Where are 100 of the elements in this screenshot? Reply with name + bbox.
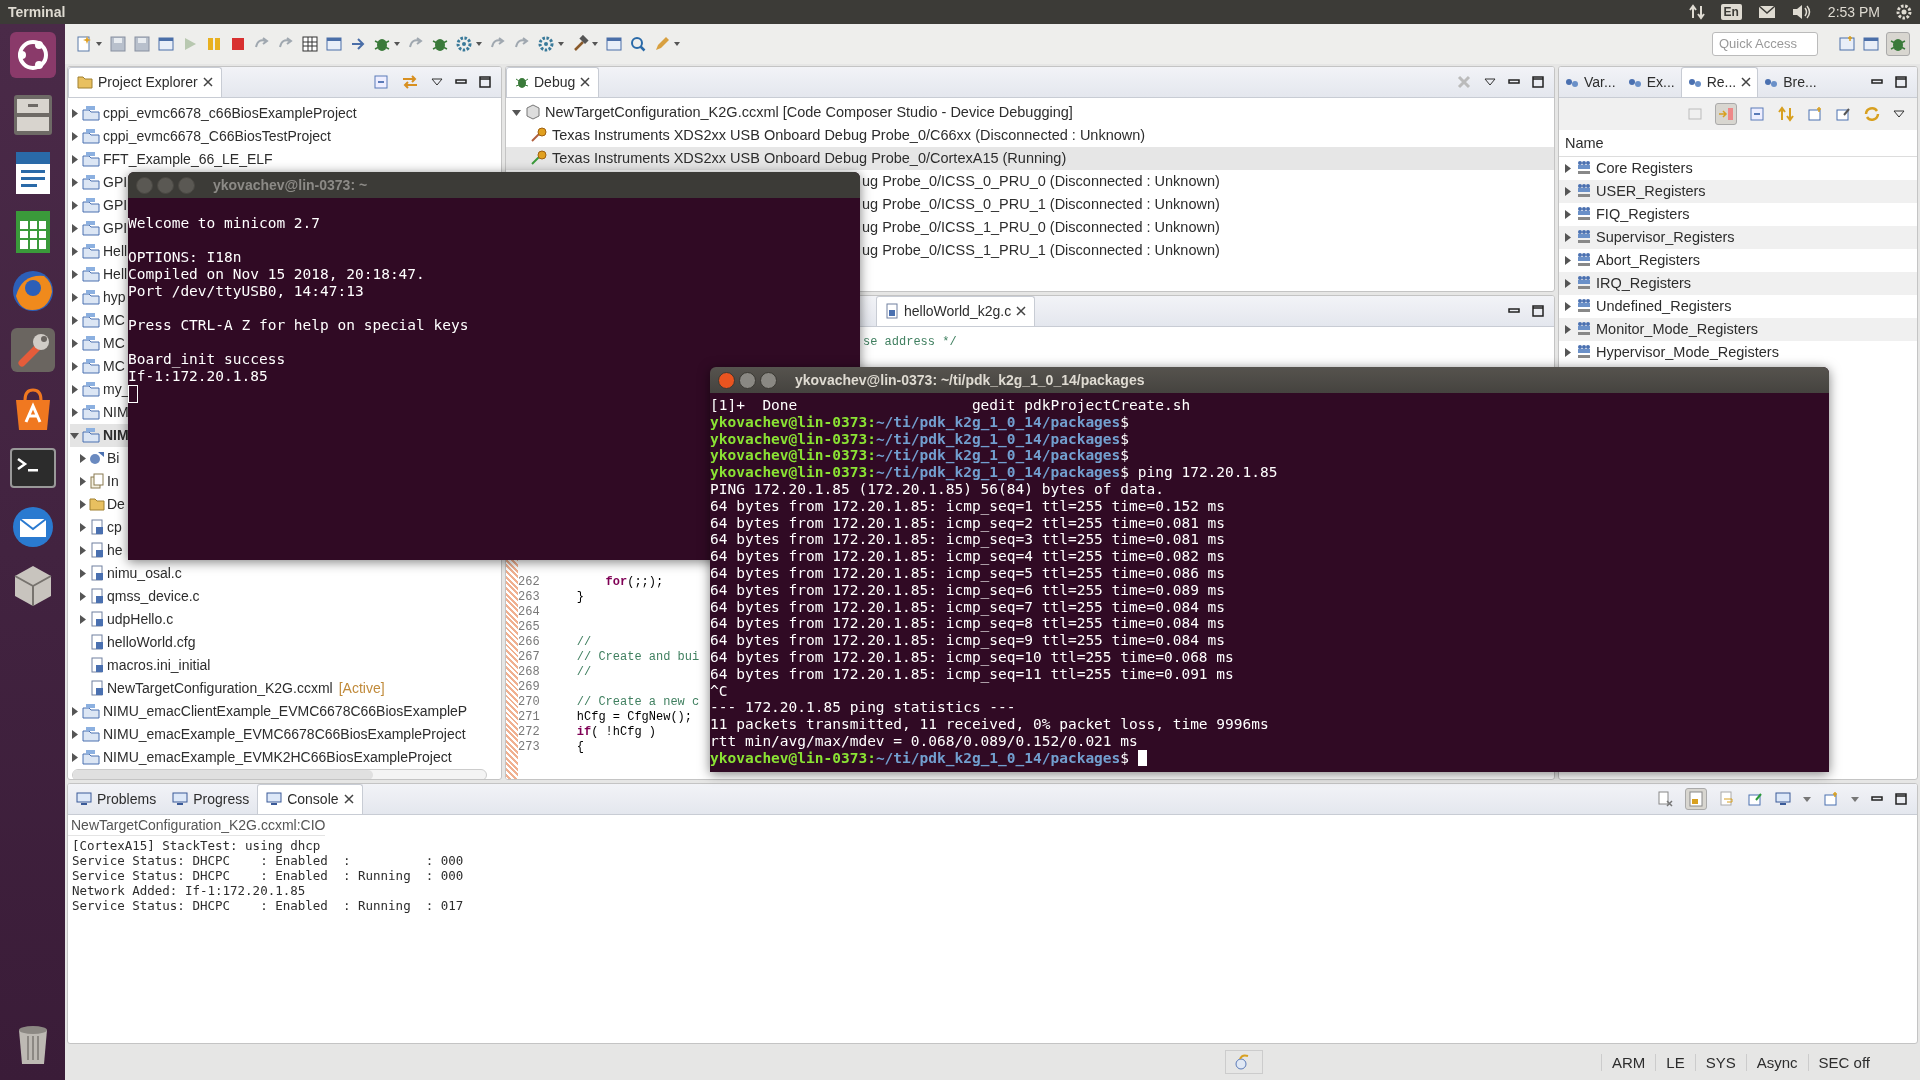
maximize-button[interactable]: [760, 371, 777, 389]
tree-item[interactable]: cppi_evmc6678_c66BiosExampleProject: [70, 101, 359, 125]
expand-arrow-icon[interactable]: [78, 614, 87, 624]
gear-icon[interactable]: [537, 34, 555, 53]
tree-item[interactable]: NewTargetConfiguration_K2G.ccxml [Code Composer Studio - Device Debugging]: [506, 100, 1554, 124]
editor-tab[interactable]: helloWorld_k2g.c: [876, 295, 1036, 326]
expand-arrow-icon[interactable]: [70, 752, 79, 762]
tree-item[interactable]: NewTargetConfiguration_K2G.ccxml [Active]: [70, 676, 387, 700]
tree-item[interactable]: NIMU_emacExample_EVMK2HC66BiosExampleProject: [70, 745, 454, 769]
expand-arrow-icon[interactable]: [70, 223, 79, 233]
close-icon[interactable]: [580, 77, 591, 88]
expand-arrow-icon[interactable]: [70, 292, 79, 302]
tree-item[interactable]: ug Probe_0/ICSS_1_PRU_0 (Disconnected : Unknown): [860, 215, 1224, 239]
close-icon[interactable]: [202, 77, 213, 88]
expand-arrow-icon[interactable]: [1563, 232, 1572, 242]
tree-item[interactable]: nimu_osal.c: [70, 561, 184, 585]
register-group[interactable]: Monitor_Mode_Registers: [1559, 317, 1917, 341]
search-icon[interactable]: [629, 34, 647, 53]
register-group[interactable]: Hypervisor_Mode_Registers: [1559, 340, 1917, 364]
caret-icon[interactable]: [1851, 795, 1859, 804]
close-icon[interactable]: [1016, 306, 1027, 317]
register-group[interactable]: FIQ_Registers: [1559, 202, 1917, 226]
clear-console-icon[interactable]: [1657, 791, 1673, 808]
tree-item[interactable]: GPI: [70, 170, 130, 194]
debug-tab[interactable]: Debug: [506, 66, 600, 97]
view-menu-icon[interactable]: [1893, 108, 1905, 119]
debug-perspective-icon[interactable]: [1886, 31, 1910, 56]
maximize-icon[interactable]: [1895, 76, 1907, 89]
tree-item[interactable]: he: [70, 538, 125, 562]
register-group[interactable]: Undefined_Registers: [1559, 294, 1917, 318]
tree-item[interactable]: MC: [70, 354, 127, 378]
gear-icon[interactable]: [1896, 4, 1912, 20]
tree-item[interactable]: NIMU_emacExample_EVMC6678C66BiosExampleProject: [70, 722, 468, 746]
expand-arrow-icon[interactable]: [1563, 209, 1572, 219]
register-group[interactable]: IRQ_Registers: [1559, 271, 1917, 295]
register-group[interactable]: Abort_Registers: [1559, 248, 1917, 272]
tree-item[interactable]: Bi: [70, 446, 122, 470]
view-tab[interactable]: Re...: [1680, 66, 1759, 97]
network-arrows-icon[interactable]: [1688, 4, 1705, 20]
view-tab[interactable]: Bre...: [1758, 67, 1823, 97]
expand-arrow-icon[interactable]: [1563, 301, 1572, 311]
horizontal-scrollbar[interactable]: [72, 768, 487, 779]
column-header[interactable]: Name: [1559, 129, 1917, 157]
expand-arrow-icon[interactable]: [70, 338, 79, 348]
tree-item[interactable]: Texas Instruments XDS2xx USB Onboard Debug Probe_0/CortexA15 (Running): [506, 146, 1554, 170]
caret-icon[interactable]: [1803, 795, 1811, 804]
expand-arrow-icon[interactable]: [78, 591, 87, 601]
clock[interactable]: 2:53 PM: [1827, 4, 1880, 20]
expand-arrow-icon[interactable]: [70, 246, 79, 256]
view-tab[interactable]: Var...: [1559, 67, 1622, 97]
tree-item[interactable]: macros.ini_initial: [70, 653, 213, 677]
expand-arrow-icon[interactable]: [78, 499, 87, 509]
close-button[interactable]: [718, 371, 735, 389]
tree-item[interactable]: qmss_device.c: [70, 584, 202, 608]
expand-arrow-icon[interactable]: [70, 407, 79, 417]
expand-arrow-icon[interactable]: [1563, 347, 1572, 357]
expand-arrow-icon[interactable]: [70, 430, 79, 440]
tree-item[interactable]: Hell: [70, 239, 130, 263]
tree-item[interactable]: NIM: [70, 400, 131, 424]
title-bar[interactable]: ykovachev@lin-0373: ~/ti/pdk_k2g_1_0_14/packages: [710, 367, 1829, 393]
expand-arrow-icon[interactable]: [70, 315, 79, 325]
expand-arrow-icon[interactable]: [70, 384, 79, 394]
window-icon[interactable]: [157, 34, 175, 53]
dash-icon[interactable]: [7, 30, 58, 80]
tree-item[interactable]: De: [70, 492, 127, 516]
maximize-icon[interactable]: [1532, 305, 1544, 318]
tree-item[interactable]: ug Probe_0/ICSS_0_PRU_1 (Disconnected : Unknown): [860, 192, 1224, 216]
expand-arrow-icon[interactable]: [512, 107, 521, 117]
keyboard-layout[interactable]: En: [1720, 4, 1742, 20]
expand-arrow-icon[interactable]: [70, 361, 79, 371]
window-icon[interactable]: [325, 34, 343, 53]
expand-arrow-icon[interactable]: [78, 522, 87, 532]
tree-item[interactable]: FFT_Example_66_LE_ELF: [70, 147, 275, 171]
project-explorer-tab[interactable]: Project Explorer: [68, 66, 222, 97]
tree-item[interactable]: In: [70, 469, 121, 493]
minimize-button[interactable]: [739, 371, 756, 389]
tree-item[interactable]: NIMU_emacClientExample_EVMC6678C66BiosExampleP: [70, 699, 470, 723]
maximize-icon[interactable]: [1895, 793, 1907, 806]
tree-item[interactable]: ug Probe_0/ICSS_0_PRU_0 (Disconnected : Unknown): [860, 169, 1224, 193]
monitor-icon[interactable]: [1775, 791, 1791, 808]
expand-arrow-icon[interactable]: [70, 177, 79, 187]
tree-item[interactable]: Hell: [70, 262, 130, 286]
expand-arrow-icon[interactable]: [1563, 255, 1572, 265]
expand-arrow-icon[interactable]: [1563, 324, 1572, 334]
expand-arrow-icon[interactable]: [78, 453, 87, 463]
expand-arrow-icon[interactable]: [70, 154, 79, 164]
expand-arrow-icon[interactable]: [78, 476, 87, 486]
expand-arrow-icon[interactable]: [70, 729, 79, 739]
expand-arrow-icon[interactable]: [1563, 163, 1572, 173]
collapse-all-icon[interactable]: [1749, 105, 1765, 122]
expand-arrow-icon[interactable]: [70, 200, 79, 210]
window-icon[interactable]: [605, 34, 623, 53]
view-tab[interactable]: Console: [257, 783, 363, 814]
close-icon[interactable]: [1741, 77, 1752, 88]
maximize-icon[interactable]: [479, 76, 491, 89]
expand-arrow-icon[interactable]: [1563, 278, 1572, 288]
maximize-icon[interactable]: [1532, 76, 1544, 89]
view-tab[interactable]: Progress: [164, 784, 258, 814]
expand-arrow-icon[interactable]: [78, 545, 87, 555]
register-group[interactable]: USER_Registers: [1559, 179, 1917, 203]
